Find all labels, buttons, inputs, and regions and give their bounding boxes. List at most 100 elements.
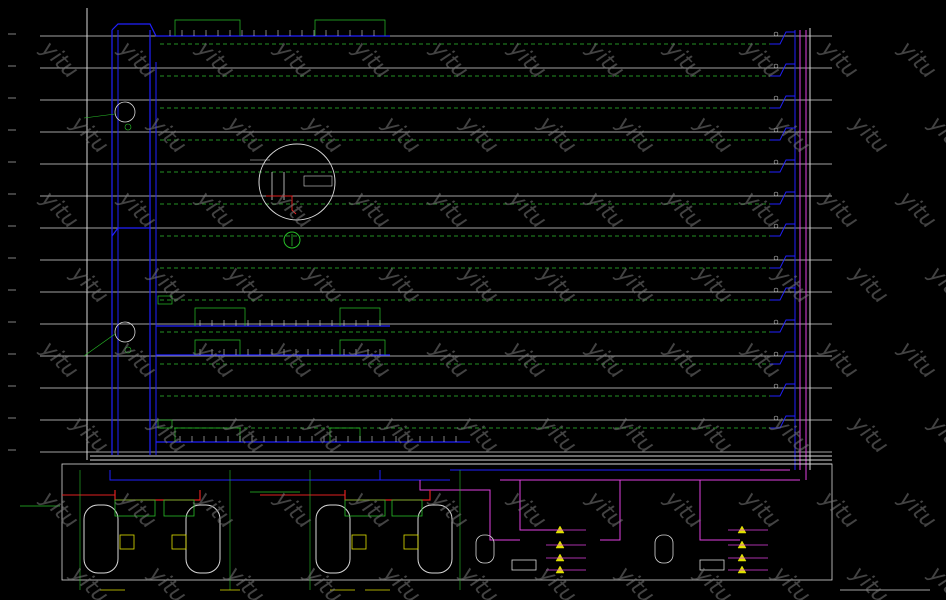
watermark-text: yitu bbox=[503, 486, 551, 534]
valve-mark bbox=[773, 191, 779, 197]
watermark-text: yitu bbox=[659, 186, 707, 234]
pump bbox=[728, 553, 768, 562]
watermark-text: yitu bbox=[113, 186, 161, 234]
watermark-text: yitu bbox=[845, 411, 893, 459]
watermark-text: yitu bbox=[35, 336, 83, 384]
watermark-text: yitu bbox=[533, 561, 581, 600]
watermark-text: yitu bbox=[191, 336, 239, 384]
watermark-text: yitu bbox=[659, 336, 707, 384]
floor-level bbox=[8, 449, 832, 461]
watermark-text: yitu bbox=[611, 411, 659, 459]
watermark-text: yitu bbox=[659, 36, 707, 84]
pump bbox=[728, 540, 768, 549]
valve-mark bbox=[773, 319, 779, 325]
watermark-text: yitu bbox=[191, 186, 239, 234]
watermark-text: yitu bbox=[425, 36, 473, 84]
watermark-text: yitu bbox=[815, 186, 863, 234]
watermark-text: yitu bbox=[689, 561, 737, 600]
watermark-text: yitu bbox=[65, 561, 113, 600]
watermark-text: yitu bbox=[893, 336, 941, 384]
watermark-text: yitu bbox=[611, 561, 659, 600]
watermark-text: yitu bbox=[65, 261, 113, 309]
pump-groups bbox=[546, 525, 768, 574]
pump bbox=[546, 540, 586, 549]
watermark-text: yitu bbox=[221, 561, 269, 600]
watermark-text: yitu bbox=[347, 336, 395, 384]
watermark-text: yitu bbox=[533, 111, 581, 159]
floor-level bbox=[8, 385, 832, 397]
floor-branch-stub bbox=[770, 383, 795, 397]
valve-mark bbox=[773, 159, 779, 165]
watermark-text: yitu bbox=[269, 186, 317, 234]
watermark-text: yitu bbox=[893, 486, 941, 534]
watermark-text: yitu bbox=[923, 411, 946, 459]
watermark-text: yitu bbox=[581, 486, 629, 534]
valve-mark bbox=[773, 95, 779, 101]
watermark-text: yitu bbox=[533, 411, 581, 459]
floor-branch-stub bbox=[770, 159, 795, 173]
floor-branch-stub bbox=[770, 31, 795, 45]
watermark-text: yitu bbox=[425, 486, 473, 534]
supply-risers bbox=[86, 8, 811, 480]
watermark-text: yitu bbox=[503, 336, 551, 384]
valve-mark bbox=[773, 31, 779, 37]
watermark-text: yitu bbox=[815, 36, 863, 84]
floor-branch-stub bbox=[770, 319, 795, 333]
watermark-text: yitu bbox=[923, 561, 946, 600]
pressure-vessel-1 bbox=[475, 534, 495, 564]
watermark-text: yitu bbox=[815, 336, 863, 384]
watermark-text: yitu bbox=[377, 561, 425, 600]
floor-level-lines bbox=[8, 33, 832, 461]
branch-frames bbox=[157, 19, 386, 442]
watermark-text: yitu bbox=[845, 261, 893, 309]
watermark-text: yitu bbox=[767, 561, 815, 600]
watermark-text: yitu bbox=[299, 561, 347, 600]
watermark: yitu yitu yitu yitu yitu yitu yitu yitu yitu yitu… bbox=[35, 36, 946, 600]
watermark-text: yitu bbox=[845, 111, 893, 159]
watermark-text: yitu bbox=[455, 411, 503, 459]
watermark-text: yitu bbox=[815, 486, 863, 534]
watermark-text: yitu bbox=[65, 411, 113, 459]
watermark-text: yitu bbox=[737, 336, 785, 384]
watermark-text: yitu bbox=[377, 411, 425, 459]
watermark-text: yitu bbox=[425, 186, 473, 234]
floor-branch-stub bbox=[770, 191, 795, 205]
watermark-text: yitu bbox=[113, 336, 161, 384]
watermark-text: yitu bbox=[455, 561, 503, 600]
watermark-text: yitu bbox=[191, 36, 239, 84]
watermark-text: yitu bbox=[425, 336, 473, 384]
watermark-text: yitu bbox=[347, 36, 395, 84]
watermark-text: yitu bbox=[221, 411, 269, 459]
watermark-text: yitu bbox=[503, 36, 551, 84]
floor-level bbox=[8, 161, 832, 173]
watermark-text: yitu bbox=[347, 186, 395, 234]
watermark-text: yitu bbox=[581, 36, 629, 84]
watermark-text: yitu bbox=[893, 186, 941, 234]
watermark-text: yitu bbox=[299, 411, 347, 459]
watermark-text: yitu bbox=[221, 111, 269, 159]
watermark-text: yitu bbox=[923, 111, 946, 159]
watermark-text: yitu bbox=[377, 111, 425, 159]
watermark-text: yitu bbox=[503, 186, 551, 234]
watermark-text: yitu bbox=[767, 111, 815, 159]
watermark-text: yitu bbox=[689, 111, 737, 159]
watermark-text: yitu bbox=[611, 111, 659, 159]
branch-pipes bbox=[90, 23, 832, 465]
floor-level bbox=[8, 97, 832, 109]
watermark-text: yitu bbox=[191, 486, 239, 534]
watermark-text: yitu bbox=[581, 186, 629, 234]
watermark-text: yitu bbox=[923, 261, 946, 309]
watermark-text: yitu bbox=[347, 486, 395, 534]
watermark-text: yitu bbox=[581, 336, 629, 384]
watermark-text: yitu bbox=[269, 36, 317, 84]
watermark-text: yitu bbox=[299, 111, 347, 159]
watermark-text: yitu bbox=[35, 186, 83, 234]
valve-mark bbox=[773, 383, 779, 389]
watermark-text: yitu bbox=[689, 411, 737, 459]
pressure-vessel-2 bbox=[654, 534, 674, 564]
watermark-text: yitu bbox=[35, 36, 83, 84]
watermark-text: yitu bbox=[845, 561, 893, 600]
watermark-text: yitu bbox=[113, 36, 161, 84]
watermark-text: yitu bbox=[737, 486, 785, 534]
floor-branch-stub bbox=[770, 95, 795, 109]
